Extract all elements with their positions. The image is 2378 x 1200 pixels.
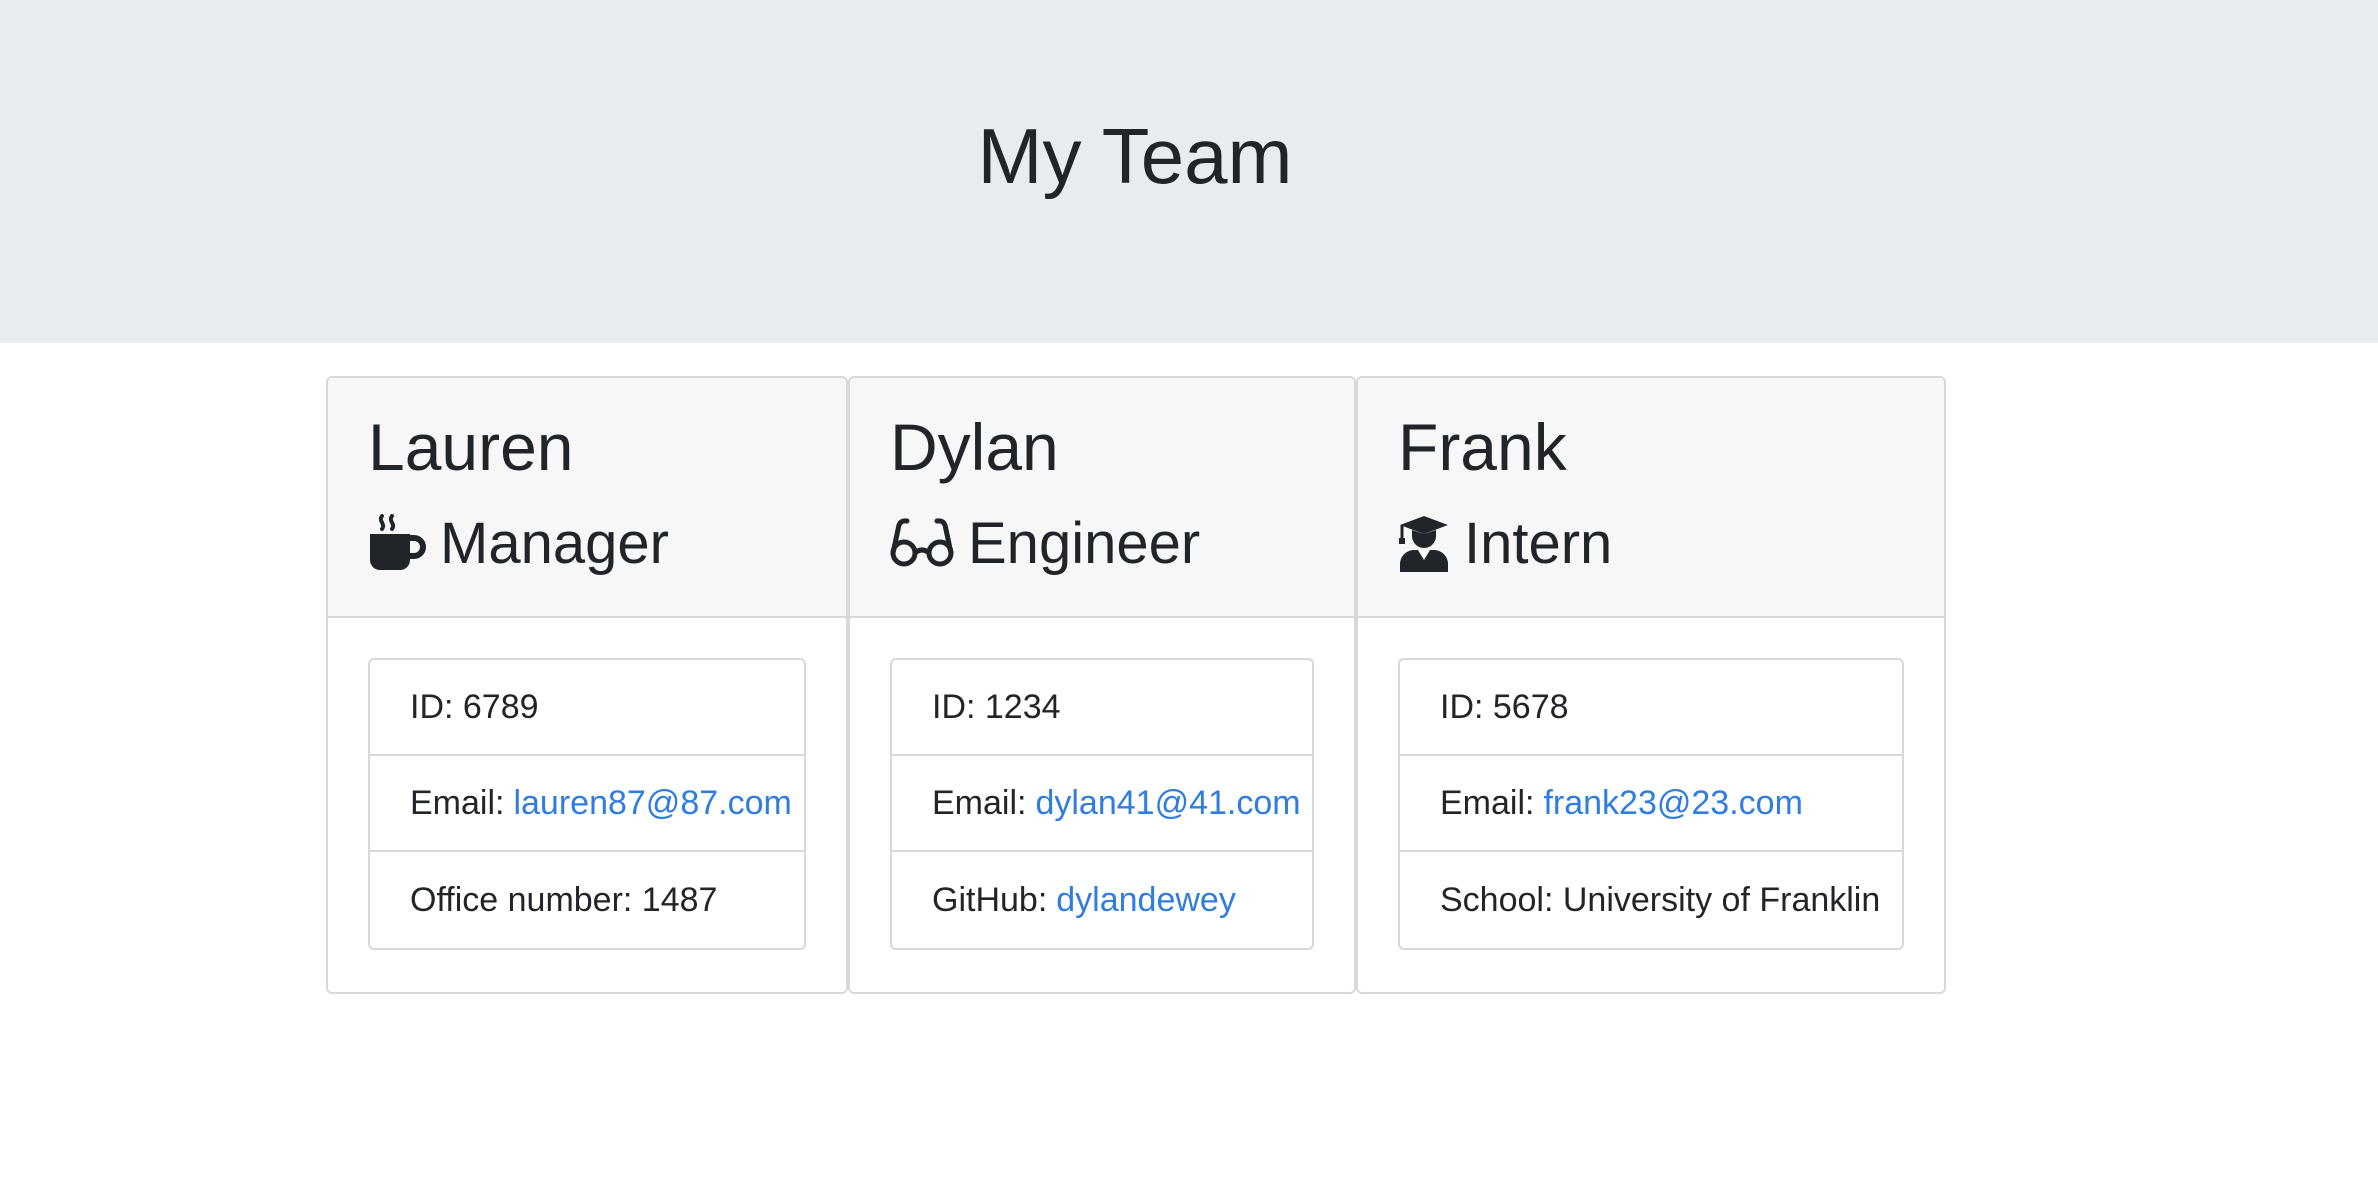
employee-details: ID: 5678 Email: frank23@23.com School: U… bbox=[1398, 658, 1904, 950]
school-row: School: University of Franklin bbox=[1440, 880, 1881, 919]
employee-card-manager: Lauren Manager ID: 6789 Email: lauren87@… bbox=[326, 376, 848, 994]
email-label: Email: bbox=[932, 783, 1027, 822]
email-link[interactable]: dylan41@41.com bbox=[1035, 784, 1300, 823]
role-label: Engineer bbox=[968, 510, 1201, 576]
employee-id: ID: 1234 bbox=[892, 660, 1312, 756]
email-label: Email: bbox=[1440, 783, 1535, 822]
employee-id: ID: 5678 bbox=[1400, 660, 1902, 756]
employee-details: ID: 6789 Email: lauren87@87.com Office n… bbox=[368, 658, 806, 950]
employee-email: Email: lauren87@87.com bbox=[370, 756, 804, 852]
role-label: Manager bbox=[440, 510, 669, 576]
page-header: My Team bbox=[0, 0, 2378, 343]
page-title: My Team bbox=[977, 112, 1293, 200]
employee-details: ID: 1234 Email: dylan41@41.com GitHub: d… bbox=[890, 658, 1314, 950]
employee-card-engineer: Dylan Engineer ID: 1234 Email: dylan41@4… bbox=[848, 376, 1356, 994]
card-header: Frank Intern bbox=[1358, 378, 1944, 618]
employee-role: Intern bbox=[1398, 498, 1612, 588]
card-header: Dylan Engineer bbox=[850, 378, 1354, 618]
github-row: GitHub: dylandewey bbox=[892, 852, 1312, 948]
graduate-icon bbox=[1398, 514, 1450, 572]
office-number: Office number: 1487 bbox=[410, 880, 718, 919]
employee-name: Lauren bbox=[368, 410, 574, 484]
employee-name: Frank bbox=[1398, 410, 1567, 484]
coffee-mug-icon bbox=[368, 514, 426, 572]
employee-id: ID: 6789 bbox=[370, 660, 804, 756]
card-header: Lauren Manager bbox=[328, 378, 846, 618]
employee-name: Dylan bbox=[890, 410, 1059, 484]
employee-role: Manager bbox=[368, 498, 669, 588]
employee-role: Engineer bbox=[890, 498, 1200, 588]
github-link[interactable]: dylandewey bbox=[1056, 881, 1236, 920]
employee-card-intern: Frank Intern ID: 5678 Email: frank23@23.… bbox=[1356, 376, 1946, 994]
glasses-icon bbox=[890, 517, 954, 569]
role-label: Intern bbox=[1464, 510, 1613, 576]
employee-email: Email: dylan41@41.com bbox=[892, 756, 1312, 852]
email-link[interactable]: frank23@23.com bbox=[1543, 784, 1802, 823]
email-label: Email: bbox=[410, 783, 505, 822]
email-link[interactable]: lauren87@87.com bbox=[513, 784, 791, 823]
employee-email: Email: frank23@23.com bbox=[1400, 756, 1902, 852]
github-label: GitHub: bbox=[932, 880, 1048, 919]
